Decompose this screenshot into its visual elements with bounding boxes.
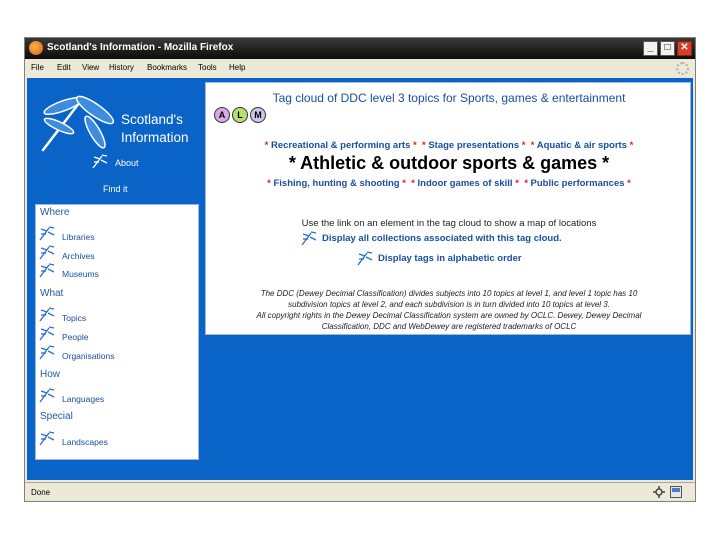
menu-view[interactable]: View [82,63,99,72]
site-title[interactable]: Scotland's Information [121,111,189,147]
nav-item-libraries[interactable]: Libraries [38,224,188,242]
menu-bookmarks[interactable]: Bookmarks [147,63,187,72]
dragonfly-icon [301,231,317,246]
nav-item-landscapes[interactable]: Landscapes [38,429,188,447]
nav-item-organisations[interactable]: Organisations [38,343,188,361]
tag-cloud-panel: Tag cloud of DDC level 3 topics for Spor… [205,82,691,335]
nav-heading-how: How [40,369,61,380]
nav-item-archives[interactable]: Archives [38,243,188,261]
tag-cloud-title: Tag cloud of DDC level 3 topics for Spor… [272,91,626,105]
dragonfly-icon [39,263,55,278]
filter-archives-button[interactable]: A [214,107,230,123]
menu-edit[interactable]: Edit [57,63,71,72]
close-button[interactable]: ✕ [677,41,692,56]
tag-stage-presentations[interactable]: Stage presentations [428,140,519,151]
filter-libraries-button[interactable]: L [232,107,248,123]
page-content: Scotland's Information About Find it Whe… [27,78,693,480]
tag-row-3: * Fishing, hunting & shooting * * Indoor… [267,178,631,189]
maximize-button[interactable]: □ [660,41,675,56]
menu-file[interactable]: File [31,63,44,72]
find-it-label: Find it [103,184,128,194]
popup-icon[interactable] [670,486,682,498]
dragonfly-icon [357,251,373,266]
dragonfly-logo-icon[interactable] [33,84,121,154]
dragonfly-icon [39,326,55,341]
status-bar: Done [25,482,695,501]
tag-public-performances[interactable]: Public performances [531,178,625,189]
firefox-icon [29,41,43,55]
dragonfly-icon [39,431,55,446]
dragonfly-icon [39,307,55,322]
tag-athletic-outdoor[interactable]: * Athletic & outdoor sports & games * [206,153,692,174]
nav-item-topics[interactable]: Topics [38,305,188,323]
nav-heading-what: What [40,288,64,299]
throbber-icon [676,62,689,75]
window-title: Scotland's Information - Mozilla Firefox [47,42,234,53]
sidebar: Scotland's Information About Find it Whe… [27,78,203,480]
browser-window: Scotland's Information - Mozilla Firefox… [24,37,696,502]
menu-history[interactable]: History [109,63,134,72]
navigation-box: Where Libraries Archives Museums What To… [35,204,199,460]
dragonfly-icon [39,388,55,403]
menu-help[interactable]: Help [229,63,245,72]
dragonfly-icon [39,226,55,241]
menu-tools[interactable]: Tools [198,63,217,72]
nav-heading-special: Special [40,411,73,422]
ddc-footnote: The DDC (Dewey Decimal Classification) d… [256,289,642,331]
dragonfly-icon [92,154,108,169]
tag-aquatic-air-sports[interactable]: Aquatic & air sports [537,140,627,151]
dragonfly-icon [39,245,55,260]
nav-heading-where: Where [40,207,70,218]
tag-row-1: * Recreational & performing arts * * Sta… [264,140,634,151]
menu-bar: File Edit View History Bookmarks Tools H… [25,59,695,77]
filter-museums-button[interactable]: M [250,107,266,123]
dragonfly-icon [39,345,55,360]
tag-indoor-games[interactable]: Indoor games of skill [418,178,513,189]
map-hint-text: Use the link on an element in the tag cl… [301,218,597,229]
nav-item-people[interactable]: People [38,324,188,342]
tag-recreational[interactable]: Recreational & performing arts [271,140,410,151]
nav-item-languages[interactable]: Languages [38,386,188,404]
status-text: Done [31,488,51,497]
tag-fishing-hunting[interactable]: Fishing, hunting & shooting [273,178,399,189]
nav-item-museums[interactable]: Museums [38,261,188,279]
gear-icon[interactable] [653,486,665,498]
title-bar: Scotland's Information - Mozilla Firefox… [25,38,695,59]
minimize-button[interactable]: _ [643,41,658,56]
